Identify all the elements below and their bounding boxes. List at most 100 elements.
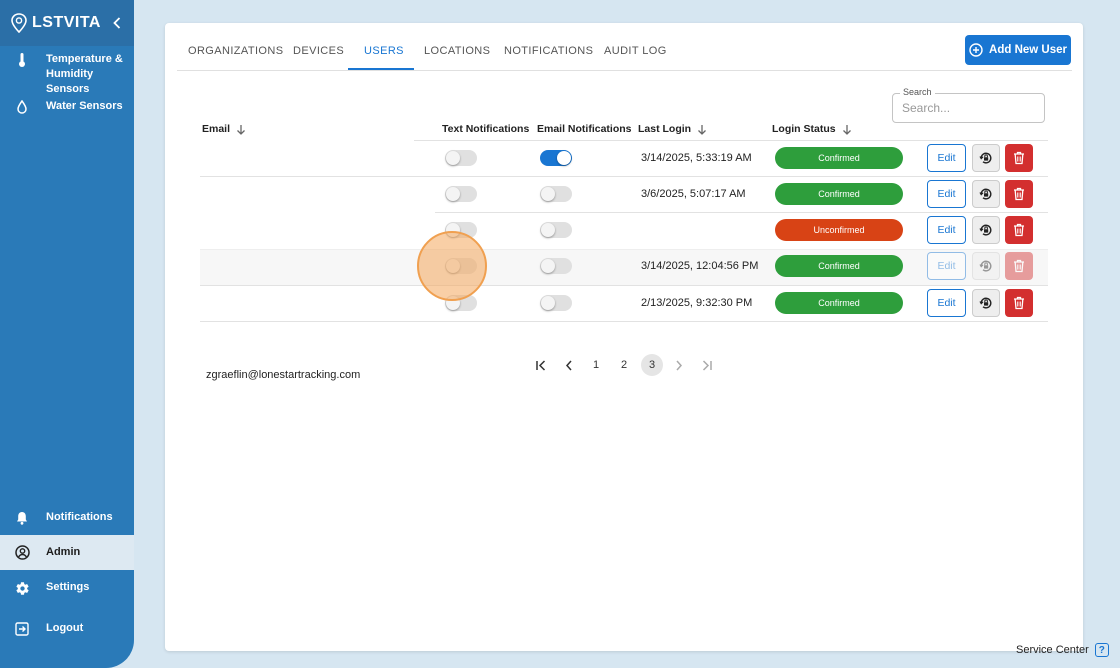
next-page-button[interactable]	[668, 354, 690, 376]
text-notification-toggle[interactable]	[445, 150, 477, 166]
email-notification-toggle[interactable]	[540, 222, 572, 238]
thermometer-icon	[14, 52, 30, 68]
page-3-button[interactable]: 3	[641, 354, 663, 376]
trash-icon	[1014, 187, 1024, 201]
logout-icon	[14, 621, 30, 637]
tab-locations[interactable]: LOCATIONS	[424, 45, 490, 57]
last-page-icon	[702, 359, 712, 371]
header-login-status-label: Login Status	[772, 123, 836, 135]
tab-notifications[interactable]: NOTIFICATIONS	[504, 45, 593, 57]
sidebar-item-label: Temperature & Humidity Sensors	[46, 53, 123, 95]
sort-arrow-down-icon	[698, 124, 707, 135]
toggle-knob	[446, 187, 460, 201]
page-2-button[interactable]: 2	[613, 354, 635, 376]
delete-user-button[interactable]	[1005, 216, 1033, 244]
text-notification-toggle[interactable]	[445, 186, 477, 202]
last-login-date: 3/14/2025, 5:33:19 AM	[641, 152, 752, 164]
sort-arrow-down-icon	[237, 124, 245, 135]
tab-bar: ORGANIZATIONS DEVICES USERS LOCATIONS NO…	[177, 23, 1072, 71]
delete-user-button[interactable]	[1005, 180, 1033, 208]
page-1-button[interactable]: 1	[585, 354, 607, 376]
location-pin-icon	[11, 13, 27, 33]
sidebar-item-notifications[interactable]: Notifications	[0, 510, 134, 526]
header-email-notifications: Email Notifications	[537, 123, 632, 135]
chevron-right-icon	[676, 360, 683, 370]
header-text-notifications: Text Notifications	[442, 123, 529, 135]
sidebar-item-label: Logout	[46, 622, 84, 634]
text-notification-toggle[interactable]	[445, 295, 477, 311]
edit-button[interactable]: Edit	[927, 289, 966, 317]
trash-icon	[1014, 259, 1024, 273]
header-last-login-label: Last Login	[638, 123, 692, 135]
sidebar-item-logout[interactable]: Logout	[0, 621, 134, 637]
delete-user-button[interactable]	[1005, 289, 1033, 317]
toggle-knob	[541, 187, 555, 201]
tab-users[interactable]: USERS	[364, 45, 404, 57]
reset-password-button[interactable]	[972, 289, 1000, 317]
text-notification-toggle[interactable]	[445, 222, 477, 238]
reset-password-button[interactable]	[972, 252, 1000, 280]
previous-page-button[interactable]	[558, 354, 580, 376]
sidebar-item-water-sensors[interactable]: Water Sensors	[0, 99, 134, 115]
row-divider	[414, 140, 1048, 141]
row-divider	[200, 321, 1048, 322]
first-page-button[interactable]	[530, 354, 552, 376]
search-input[interactable]	[893, 94, 1044, 122]
header-email-notifications-label: Email Notifications	[537, 123, 632, 135]
sidebar-item-label: Notifications	[46, 511, 113, 523]
email-notification-toggle[interactable]	[540, 186, 572, 202]
help-icon: ?	[1094, 643, 1109, 657]
email-notification-toggle[interactable]	[540, 258, 572, 274]
edit-button[interactable]: Edit	[927, 144, 966, 172]
email-notification-toggle[interactable]	[540, 150, 572, 166]
search-legend: Search	[900, 87, 935, 97]
tab-devices[interactable]: DEVICES	[293, 45, 344, 57]
reset-password-button[interactable]	[972, 216, 1000, 244]
sidebar: LSTVITA Temperature & Humidity Sensors W…	[0, 0, 134, 668]
add-new-user-label: Add New User	[989, 44, 1067, 56]
toggle-knob	[541, 296, 555, 310]
header-email[interactable]: Email	[202, 123, 246, 135]
email-notification-toggle[interactable]	[540, 295, 572, 311]
text-notification-toggle[interactable]	[445, 258, 477, 274]
header-email-label: Email	[202, 123, 231, 135]
toggle-knob	[557, 151, 571, 165]
sidebar-item-settings[interactable]: Settings	[0, 580, 134, 596]
plus-circle-icon	[969, 43, 983, 57]
lock-reset-icon	[979, 224, 992, 236]
delete-user-button[interactable]	[1005, 252, 1033, 280]
reset-password-button[interactable]	[972, 144, 1000, 172]
tab-organizations[interactable]: ORGANIZATIONS	[188, 45, 283, 57]
edit-button[interactable]: Edit	[927, 180, 966, 208]
edit-button[interactable]: Edit	[927, 216, 966, 244]
header-login-status[interactable]: Login Status	[772, 123, 852, 135]
toggle-knob	[446, 223, 460, 237]
chevron-left-icon	[565, 360, 572, 370]
login-status-badge: Unconfirmed	[775, 219, 903, 241]
edit-button[interactable]: Edit	[927, 252, 966, 280]
collapse-sidebar-button[interactable]	[110, 15, 124, 31]
row-divider	[435, 212, 1048, 213]
last-page-button[interactable]	[696, 354, 718, 376]
sidebar-item-label: Water Sensors	[46, 100, 123, 112]
toggle-knob	[446, 151, 460, 165]
water-drop-icon	[14, 99, 30, 115]
logo-text: LSTVITA	[32, 14, 101, 31]
sidebar-item-admin[interactable]: Admin	[0, 535, 134, 570]
trash-icon	[1014, 151, 1024, 165]
service-center-link[interactable]: Service Center ?	[1016, 643, 1109, 657]
add-new-user-button[interactable]: Add New User	[965, 35, 1071, 65]
lock-reset-icon	[979, 297, 992, 309]
row-divider	[200, 285, 1048, 286]
sidebar-item-temperature-humidity[interactable]: Temperature & Humidity Sensors	[0, 52, 134, 97]
header-last-login[interactable]: Last Login	[638, 123, 707, 135]
reset-password-button[interactable]	[972, 180, 1000, 208]
search-field[interactable]: Search	[892, 87, 1045, 123]
service-center-label: Service Center	[1016, 644, 1089, 656]
row-divider	[200, 176, 1048, 177]
tab-audit-log[interactable]: AUDIT LOG	[604, 45, 667, 57]
toggle-knob	[541, 223, 555, 237]
delete-user-button[interactable]	[1005, 144, 1033, 172]
first-page-icon	[536, 359, 546, 371]
last-login-date: 3/14/2025, 12:04:56 PM	[641, 260, 759, 272]
